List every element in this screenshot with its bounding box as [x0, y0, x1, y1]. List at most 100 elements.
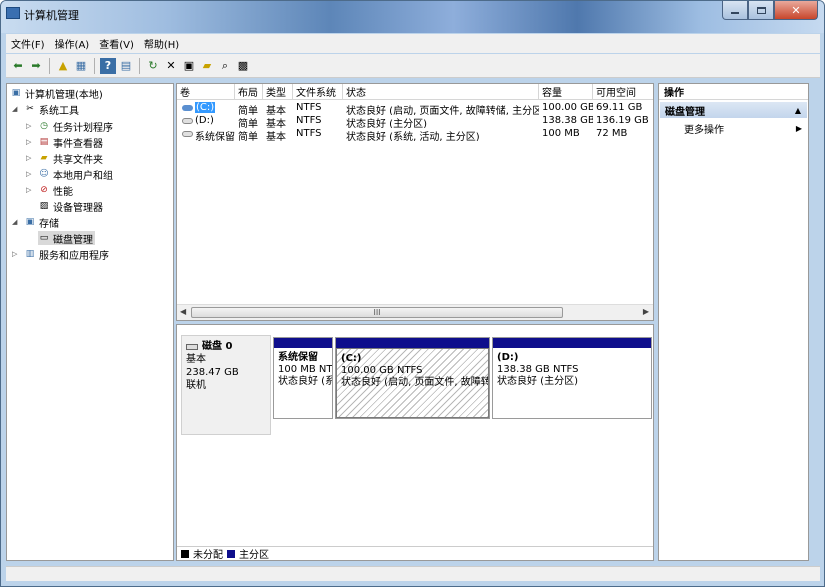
- performance-icon: ⊘: [40, 185, 48, 195]
- delete-icon[interactable]: ✕: [163, 58, 179, 74]
- primary-partition-bar: [274, 338, 332, 348]
- collapse-icon[interactable]: ◢: [12, 105, 17, 113]
- open-folder-icon[interactable]: ▰: [199, 58, 215, 74]
- type-cell: 基本: [266, 132, 286, 141]
- horizontal-scrollbar[interactable]: ◀ III ▶: [177, 304, 653, 320]
- menu-help[interactable]: 帮助(H): [139, 36, 184, 51]
- disk-graphical-view: 磁盘 0 基本 238.47 GB 联机 系统保留 100 MB NT 状态良好…: [176, 324, 654, 561]
- tree-item-storage[interactable]: ▣ 存储: [24, 215, 59, 230]
- expand-icon[interactable]: ▷: [12, 250, 17, 258]
- volume-d[interactable]: (D:) 138.38 GB NTFS 状态良好 (主分区): [492, 337, 652, 419]
- column-header-type[interactable]: 类型: [263, 84, 293, 100]
- tree-item-task-scheduler[interactable]: ◷ 任务计划程序: [38, 119, 113, 134]
- toolbar-separator: [94, 57, 95, 74]
- primary-partition-bar: [336, 338, 489, 348]
- disk-type: 基本: [186, 354, 206, 365]
- volume-name: (D:): [497, 352, 519, 363]
- help-icon[interactable]: ?: [100, 57, 116, 74]
- capacity-cell: 100.00 GB: [542, 102, 593, 113]
- tree-item-performance[interactable]: ⊘ 性能: [38, 183, 73, 198]
- column-header-status[interactable]: 状态: [343, 84, 539, 100]
- refresh-icon[interactable]: ↻: [145, 58, 161, 74]
- more-actions-item[interactable]: 更多操作 ▶: [659, 120, 808, 136]
- disk-0-label[interactable]: 磁盘 0 基本 238.47 GB 联机: [181, 335, 271, 435]
- free-space-cell: 72 MB: [596, 128, 628, 139]
- back-button[interactable]: ⬅: [10, 58, 26, 74]
- collapse-up-icon: ▲: [794, 105, 801, 115]
- forward-button[interactable]: ➡: [28, 58, 44, 74]
- column-header-capacity[interactable]: 容量: [539, 84, 593, 100]
- tree-item-shared-folders[interactable]: ▰ 共享文件夹: [38, 151, 103, 166]
- type-cell: 基本: [266, 119, 286, 128]
- expand-icon[interactable]: ▷: [26, 170, 31, 178]
- menu-view[interactable]: 查看(V): [94, 36, 139, 51]
- disk-name: 磁盘 0: [202, 341, 233, 352]
- maximize-button[interactable]: [748, 1, 774, 20]
- disk-state: 联机: [186, 380, 206, 391]
- layout-cell: 简单: [238, 119, 258, 128]
- tree-item-root[interactable]: ▣ 计算机管理(本地): [10, 86, 103, 101]
- disk-icon[interactable]: ▩: [235, 58, 251, 74]
- status-bar: [6, 566, 820, 581]
- menu-action[interactable]: 操作(A): [50, 36, 95, 51]
- tree-item-device-manager[interactable]: ▨ 设备管理器: [38, 199, 103, 214]
- column-header-layout[interactable]: 布局: [235, 84, 263, 100]
- column-header-filesystem[interactable]: 文件系统: [293, 84, 343, 100]
- shared-folder-icon: ▰: [40, 153, 48, 163]
- tree-item-event-viewer[interactable]: ▤ 事件查看器: [38, 135, 103, 150]
- volume-size: 100.00 GB NTFS: [341, 365, 423, 376]
- event-viewer-icon: ▤: [39, 137, 49, 147]
- tree-item-local-users[interactable]: ☺ 本地用户和组: [38, 167, 113, 182]
- collapse-icon[interactable]: ◢: [12, 218, 17, 226]
- drive-icon: [182, 118, 193, 124]
- search-icon[interactable]: ⌕: [217, 58, 233, 74]
- disk-icon: [186, 343, 198, 350]
- volume-c[interactable]: (C:) 100.00 GB NTFS 状态良好 (启动, 页面文件, 故障转: [335, 337, 490, 419]
- column-header-free-space[interactable]: 可用空间: [593, 84, 653, 100]
- close-icon: ✕: [791, 3, 801, 17]
- actions-pane: 操作 磁盘管理 ▲ 更多操作 ▶: [658, 83, 809, 561]
- layout-cell: 简单: [238, 106, 258, 115]
- navigation-tree: ▣ 计算机管理(本地) ◢ ✂ 系统工具 ▷ ◷ 任务计划程序 ▷ ▤ 事件查看器 ▷ …: [6, 83, 174, 561]
- volume-system-reserved[interactable]: 系统保留 100 MB NT 状态良好 (系: [273, 337, 333, 419]
- tree-item-system-tools[interactable]: ✂ 系统工具: [24, 102, 79, 117]
- show-tree-icon[interactable]: ▦: [73, 58, 89, 74]
- panel-icon[interactable]: ▤: [118, 58, 134, 74]
- scroll-right-icon[interactable]: ▶: [643, 307, 649, 316]
- tools-icon: ✂: [26, 104, 34, 114]
- expand-icon[interactable]: ▷: [26, 186, 31, 194]
- tree-item-disk-management[interactable]: ▭ 磁盘管理: [38, 231, 95, 246]
- unallocated-swatch: [181, 549, 189, 558]
- expand-icon[interactable]: ▷: [26, 122, 31, 130]
- submenu-arrow-icon: ▶: [795, 123, 802, 133]
- tree-item-services[interactable]: ▥ 服务和应用程序: [24, 247, 109, 262]
- clock-icon: ◷: [40, 121, 48, 131]
- capacity-cell: 100 MB: [542, 128, 580, 139]
- storage-icon: ▣: [25, 217, 35, 227]
- primary-partition-bar: [493, 338, 651, 348]
- toolbar: ⬅ ➡ ▲ ▦ ? ▤ ↻ ✕ ▣ ▰ ⌕ ▩: [6, 54, 820, 78]
- filesystem-cell: NTFS: [296, 128, 322, 139]
- column-header-volume[interactable]: 卷: [177, 84, 235, 100]
- menu-file[interactable]: 文件(F): [6, 36, 50, 51]
- actions-header: 操作: [659, 84, 808, 100]
- legend-primary: 主分区: [239, 550, 269, 561]
- up-folder-icon[interactable]: ▲: [55, 58, 71, 74]
- toolbar-separator: [49, 57, 50, 74]
- primary-swatch: [227, 549, 235, 558]
- layout-cell: 简单: [238, 132, 258, 141]
- volume-size: 100 MB NT: [278, 364, 332, 375]
- expand-icon[interactable]: ▷: [26, 154, 31, 162]
- minimize-button[interactable]: [722, 1, 748, 20]
- volume-cell: (C:): [179, 102, 235, 115]
- actions-section-disk-management[interactable]: 磁盘管理 ▲: [660, 102, 807, 118]
- close-button[interactable]: ✕: [774, 1, 818, 20]
- title-bar: 计算机管理 ✕: [1, 1, 824, 33]
- volume-cell: (D:): [179, 115, 235, 128]
- properties-icon[interactable]: ▣: [181, 58, 197, 74]
- volume-status: 状态良好 (启动, 页面文件, 故障转: [341, 377, 489, 388]
- expand-icon[interactable]: ▷: [26, 138, 31, 146]
- scroll-left-icon[interactable]: ◀: [180, 307, 186, 316]
- free-space-cell: 69.11 GB: [596, 102, 643, 113]
- scroll-thumb[interactable]: III: [191, 307, 563, 318]
